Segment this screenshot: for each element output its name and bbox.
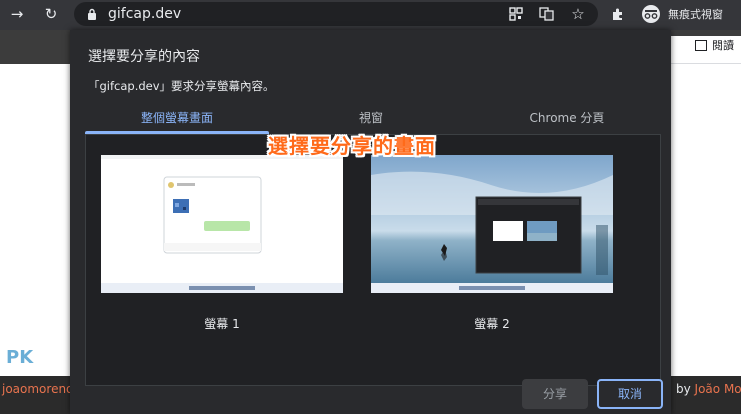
screen-1-label: 螢幕 1 xyxy=(204,317,240,331)
lock-icon[interactable] xyxy=(84,3,100,25)
share-dialog: 選擇要分享的內容 「gifcap.dev」要求分享螢幕內容。 整個螢幕畫面 視窗… xyxy=(70,30,671,414)
translate-icon[interactable] xyxy=(536,3,556,25)
reader-mode-icon[interactable] xyxy=(695,40,707,51)
screen-2-label: 螢幕 2 xyxy=(474,317,510,331)
tab-chrome-tab[interactable]: Chrome 分頁 xyxy=(473,104,661,132)
browser-toolbar: → ↻ gifcap.dev ☆ 無痕式視窗 xyxy=(0,0,741,30)
reload-icon[interactable]: ↻ xyxy=(40,3,62,25)
extensions-icon[interactable] xyxy=(608,3,628,25)
qr-code-icon[interactable] xyxy=(506,3,526,25)
screen-list: 螢幕 1 螢幕 2 xyxy=(85,134,661,386)
footer-credit-name[interactable]: João Mo xyxy=(695,382,741,396)
footer-credit: by João Mo xyxy=(676,382,741,396)
page-content-right xyxy=(671,64,741,376)
dialog-title: 選擇要分享的內容 xyxy=(88,49,200,65)
star-icon[interactable]: ☆ xyxy=(568,3,588,25)
footer-author-link[interactable]: joaomoreno xyxy=(2,382,73,396)
cancel-button[interactable]: 取消 xyxy=(597,379,663,409)
footer-credit-prefix: by xyxy=(676,382,695,396)
watermark-logo: PK xyxy=(6,347,34,368)
annotation-caption: 選擇要分享的畫面 xyxy=(268,134,436,158)
incognito-icon[interactable] xyxy=(640,3,662,25)
url-text[interactable]: gifcap.dev xyxy=(108,3,181,25)
incognito-label[interactable]: 無痕式視窗 xyxy=(668,5,723,25)
screen-2-thumbnail[interactable] xyxy=(371,155,613,293)
reader-label[interactable]: 閱讀 xyxy=(712,37,734,55)
tab-entire-screen[interactable]: 整個螢幕畫面 xyxy=(85,104,269,132)
page-content-left xyxy=(0,64,70,376)
forward-icon[interactable]: → xyxy=(6,3,28,25)
share-button[interactable]: 分享 xyxy=(522,379,588,409)
dialog-subtitle: 「gifcap.dev」要求分享螢幕內容。 xyxy=(88,79,275,93)
tab-window[interactable]: 視窗 xyxy=(269,104,473,132)
screen-1-thumbnail[interactable] xyxy=(101,155,343,293)
